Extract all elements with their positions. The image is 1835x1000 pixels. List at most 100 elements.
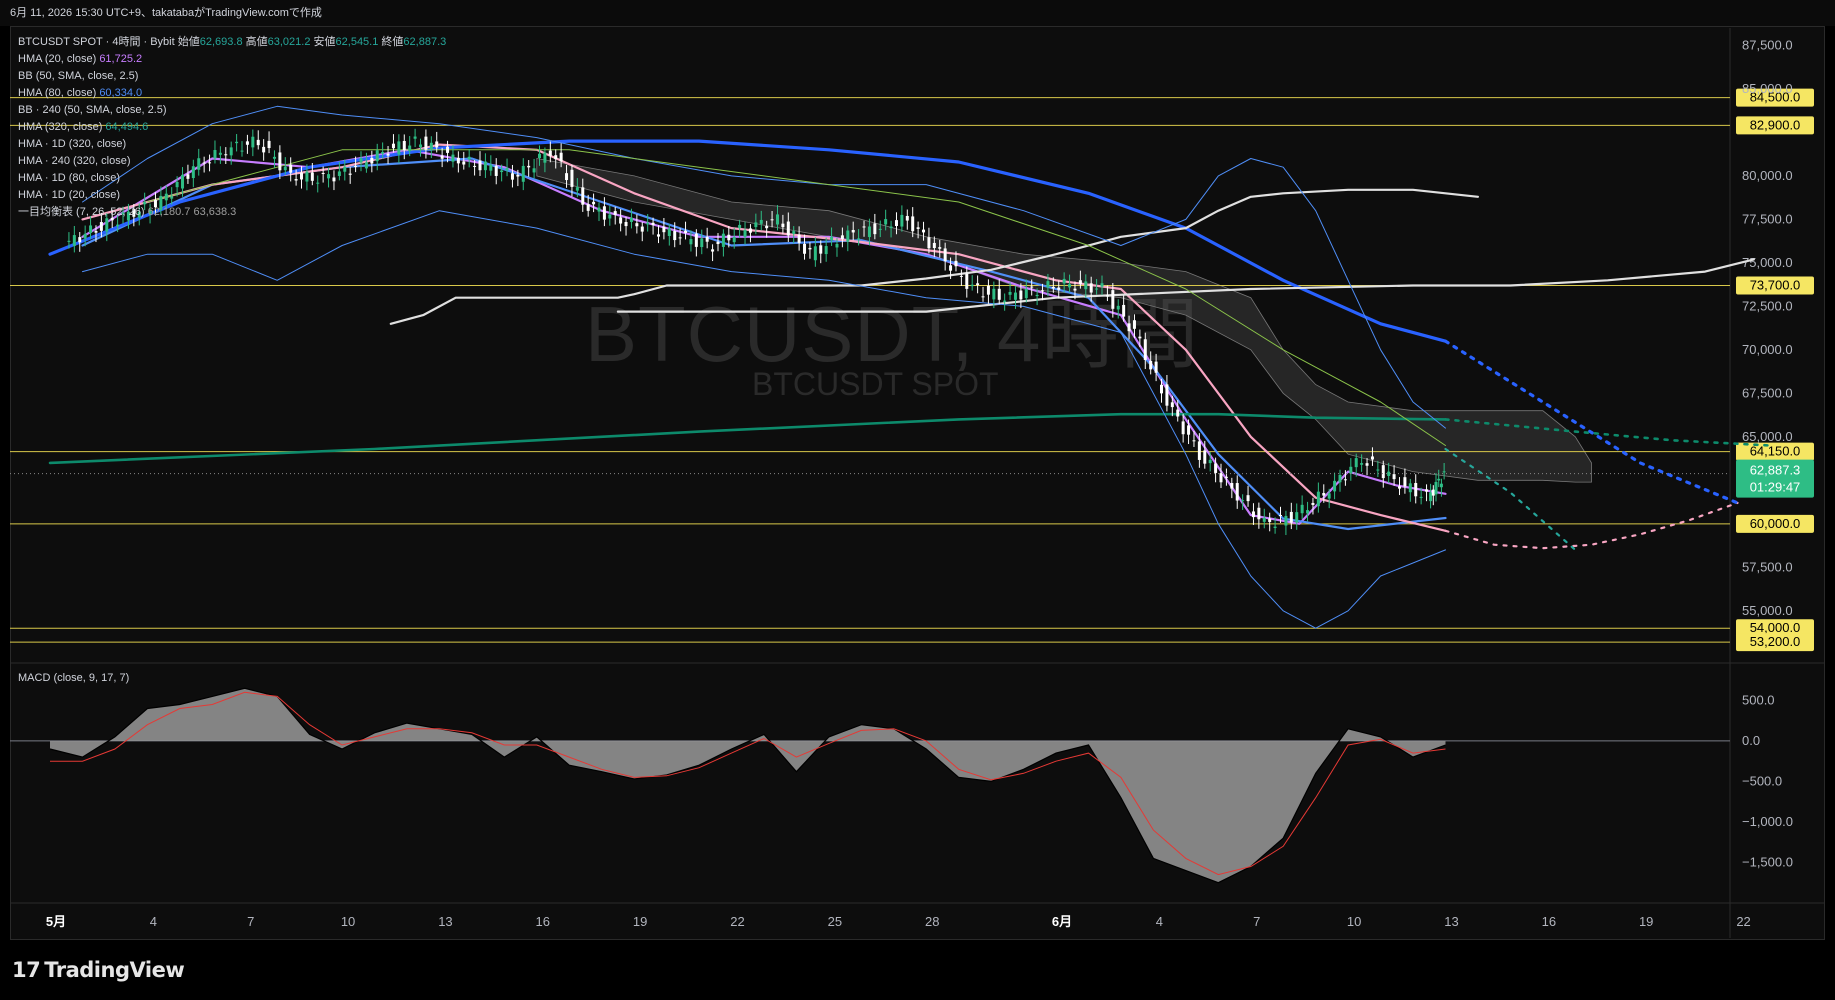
candle-body — [1392, 474, 1396, 480]
time-tick-10: 6月 — [1052, 914, 1072, 929]
candle-body — [543, 152, 547, 163]
candle-body — [797, 234, 801, 243]
legend-indicator-3[interactable]: BB · 240 (50, SMA, close, 2.5) — [18, 102, 446, 119]
candle-body — [1289, 511, 1293, 523]
candle-body — [943, 248, 947, 262]
time-tick-6: 19 — [633, 914, 647, 929]
candle-body — [705, 236, 709, 242]
level-label-6: 53,200.0 — [1750, 634, 1801, 649]
candle-body — [867, 226, 871, 238]
legend-indicator-label: HMA · 240 (320, close) — [18, 155, 131, 167]
candle-body — [727, 234, 731, 241]
candle-body — [1316, 491, 1320, 507]
legend-symbol: BTCUSDT SPOT · 4時間 · Bybit — [18, 36, 175, 48]
level-label-2: 73,700.0 — [1750, 277, 1801, 292]
candle-body — [527, 165, 531, 168]
candle-body — [1437, 478, 1441, 481]
candle-body — [1057, 287, 1061, 290]
candle-body — [1030, 286, 1034, 288]
legend-indicator-label: HMA (20, close) — [18, 53, 100, 65]
candle-body — [1041, 290, 1045, 292]
candle-body — [608, 214, 612, 219]
candle-body — [516, 175, 520, 177]
candle-body — [494, 165, 498, 176]
candle-body — [1116, 305, 1120, 310]
series-line-12 — [82, 210, 1446, 629]
candle-body — [689, 239, 693, 245]
candle-body — [78, 237, 82, 243]
candle-body — [716, 241, 720, 245]
candle-body — [1176, 409, 1180, 417]
candle-body — [559, 152, 563, 162]
candle-body — [1300, 504, 1304, 514]
candle-body — [570, 169, 574, 187]
time-tick-14: 13 — [1444, 914, 1458, 929]
candle-body — [1408, 483, 1412, 493]
candle-body — [99, 222, 103, 231]
candle-body — [765, 225, 769, 229]
legend-indicator-label: HMA · 1D (20, close) — [18, 189, 121, 201]
legend-open-label: 始値 — [177, 36, 200, 48]
legend-indicator-label: HMA · 1D (320, close) — [18, 138, 127, 150]
candle-body — [862, 226, 866, 228]
legend-indicator-1[interactable]: BB (50, SMA, close, 2.5) — [18, 68, 446, 85]
time-tick-17: 22 — [1736, 914, 1750, 929]
candle-body — [1073, 288, 1077, 291]
candle-body — [521, 165, 525, 182]
time-tick-9: 28 — [925, 914, 939, 929]
legend-indicator-2[interactable]: HMA (80, close) 60,334.0 — [18, 85, 446, 102]
price-tick-4: 75,000.0 — [1742, 255, 1793, 270]
candle-body — [775, 214, 779, 225]
candle-body — [510, 173, 514, 180]
legend-indicator-7[interactable]: HMA · 1D (80, close) — [18, 170, 446, 187]
candle-body — [721, 233, 725, 247]
candle-body — [846, 230, 850, 242]
candle-body — [656, 234, 660, 237]
candle-body — [840, 235, 844, 240]
candle-body — [662, 226, 666, 233]
candle-body — [667, 228, 671, 236]
candle-body — [1439, 483, 1443, 488]
time-tick-4: 13 — [438, 914, 452, 929]
candle-body — [911, 216, 915, 232]
candle-body — [1154, 361, 1158, 373]
legend-title-row[interactable]: BTCUSDT SPOT · 4時間 · Bybit 始値62,693.8 高値… — [18, 34, 446, 51]
candle-body — [700, 238, 704, 248]
legend-indicator-8[interactable]: HMA · 1D (20, close) — [18, 187, 446, 204]
candle-body — [1035, 294, 1039, 297]
candle-body — [803, 243, 807, 254]
candle-body — [770, 219, 774, 221]
candle-body — [1214, 463, 1218, 473]
candle-body — [792, 231, 796, 234]
candle-body — [1105, 295, 1109, 297]
time-tick-13: 10 — [1347, 914, 1361, 929]
legend-indicator-9[interactable]: 一目均衡表 (7, 26, 52, 26) 62,180.7 63,638.3 — [18, 204, 446, 221]
footer — [0, 940, 1835, 1000]
candle-body — [1008, 291, 1012, 295]
candle-body — [532, 168, 536, 173]
tradingview-logo[interactable]: 17 TradingView — [12, 958, 185, 982]
candle-body — [586, 204, 590, 211]
candle-body — [1333, 480, 1337, 492]
level-label-4: 60,000.0 — [1750, 516, 1801, 531]
legend-indicator-0[interactable]: HMA (20, close) 61,725.2 — [18, 51, 446, 68]
candle-body — [1442, 471, 1446, 473]
series-line-6 — [48, 412, 1447, 465]
candle-body — [613, 211, 617, 215]
candle-body — [1160, 384, 1164, 394]
legend-indicator-4[interactable]: HMA (320, close) 64,494.6 — [18, 119, 446, 136]
legend-indicator-label: HMA · 1D (80, close) — [18, 172, 121, 184]
legend-indicator-6[interactable]: HMA · 240 (320, close) — [18, 153, 446, 170]
candle-body — [732, 236, 736, 243]
candle-body — [537, 153, 541, 159]
candle-body — [1013, 292, 1017, 300]
legend-indicator-5[interactable]: HMA · 1D (320, close) — [18, 136, 446, 153]
macd-legend[interactable]: MACD (close, 9, 17, 7) — [18, 672, 129, 684]
candle-body — [635, 223, 639, 227]
legend-high: 63,021.2 — [267, 36, 311, 48]
candle-body — [1051, 286, 1055, 289]
time-tick-2: 7 — [247, 914, 254, 929]
candle-body — [1251, 511, 1255, 518]
candle-body — [72, 235, 76, 246]
price-tick-2: 80,000.0 — [1742, 168, 1793, 183]
